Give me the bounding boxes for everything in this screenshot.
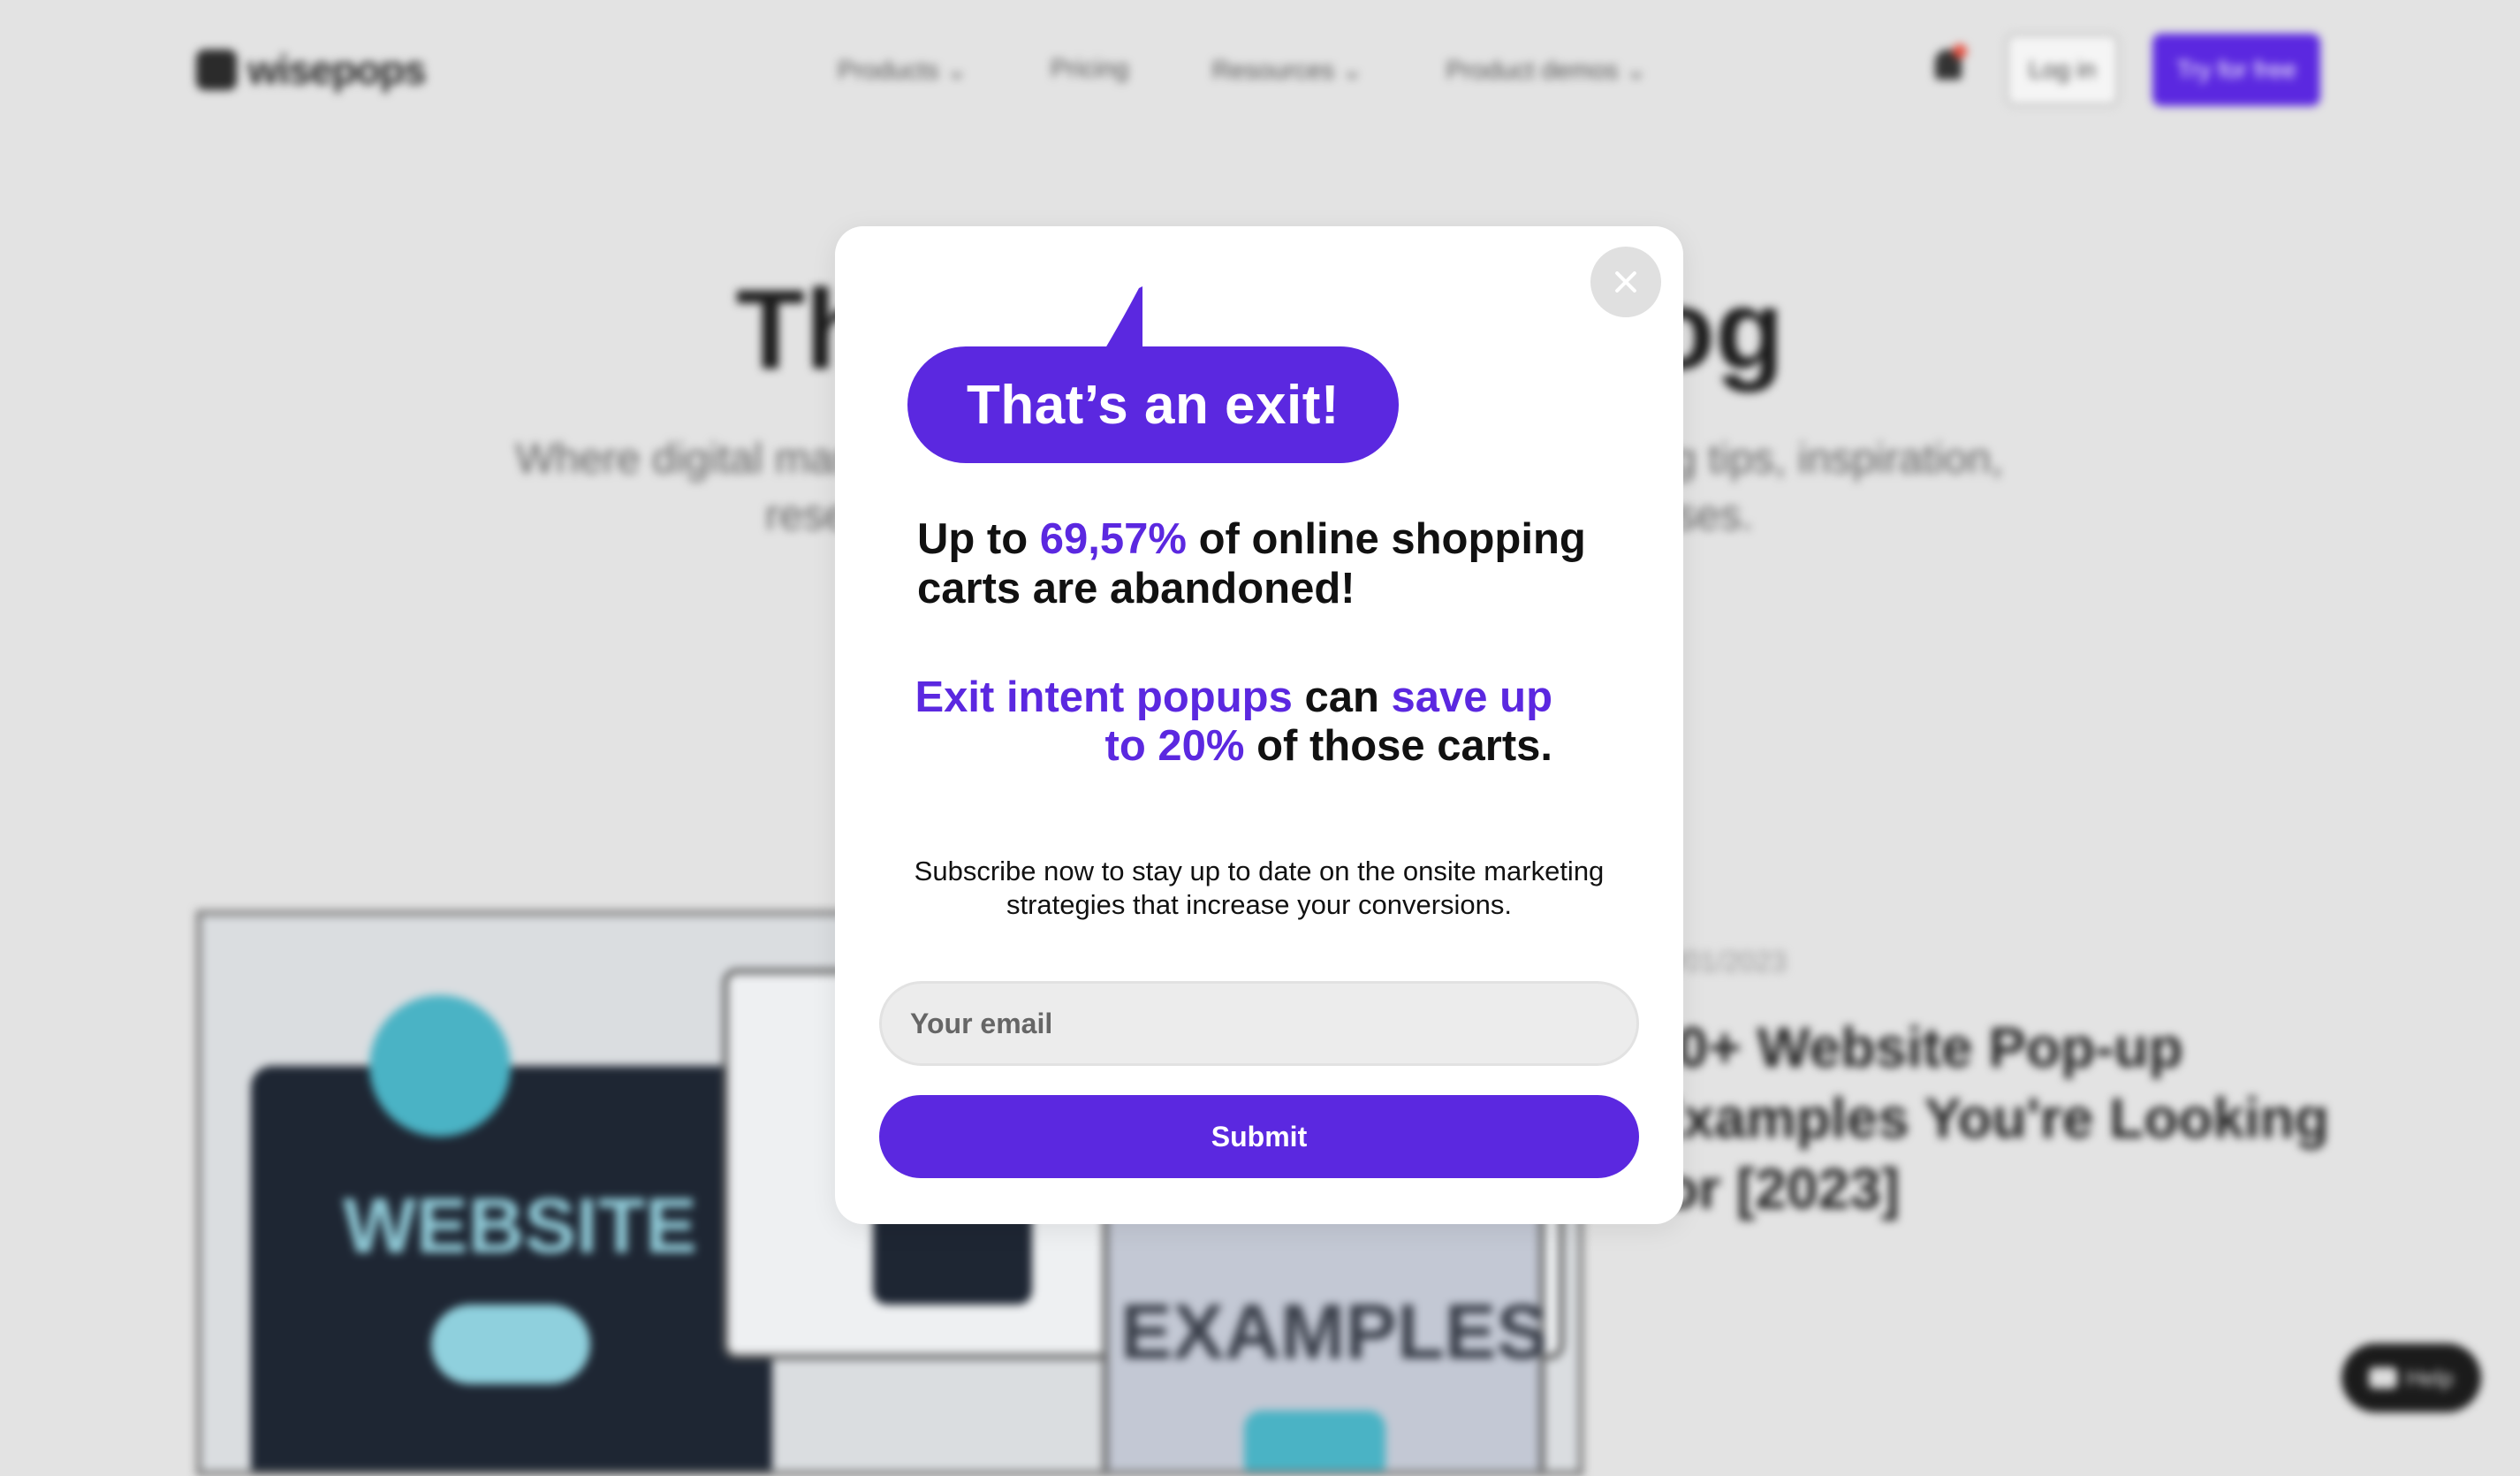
thumbnail-text-website: WEBSITE bbox=[343, 1182, 697, 1269]
help-label: Help bbox=[2406, 1364, 2454, 1391]
save-statement: Exit intent popups can save up to 20% of… bbox=[888, 673, 1552, 771]
save-middle: can bbox=[1292, 673, 1392, 721]
save-suffix: of those carts. bbox=[1244, 722, 1552, 770]
login-button[interactable]: Log in bbox=[2006, 34, 2119, 106]
thumbnail-text-examples: EXAMPLES bbox=[1120, 1288, 1549, 1375]
nav-products[interactable]: Products ⌄ bbox=[838, 55, 968, 86]
speech-bubble: That’s an exit! bbox=[907, 346, 1399, 463]
logo-icon bbox=[196, 49, 237, 90]
logo[interactable]: wisepops bbox=[196, 46, 427, 94]
email-field[interactable] bbox=[879, 981, 1639, 1066]
nav-pricing[interactable]: Pricing bbox=[1051, 55, 1129, 86]
post-title[interactable]: 80+ Website Pop-up Examples You're Looki… bbox=[1645, 1012, 2352, 1224]
save-highlight-1: Exit intent popups bbox=[915, 673, 1293, 721]
stat-prefix: Up to bbox=[917, 515, 1040, 563]
notification-dot bbox=[1953, 44, 1967, 58]
help-button[interactable]: Help bbox=[2342, 1343, 2481, 1412]
abandon-stat: Up to 69,57% of online shopping carts ar… bbox=[917, 514, 1589, 613]
nav-product-demos[interactable]: Product demos ⌄ bbox=[1446, 55, 1646, 86]
thumbnail-gear-icon bbox=[369, 995, 511, 1137]
main-nav: Products ⌄ Pricing Resources ⌄ Product d… bbox=[838, 55, 1647, 86]
submit-button[interactable]: Submit bbox=[879, 1095, 1639, 1178]
try-for-free-button[interactable]: Try for free bbox=[2152, 34, 2320, 106]
stat-highlight: 69,57% bbox=[1039, 515, 1187, 563]
nav-resources[interactable]: Resources ⌄ bbox=[1211, 55, 1362, 86]
bubble-text: That’s an exit! bbox=[966, 374, 1340, 436]
close-icon[interactable] bbox=[1590, 247, 1661, 317]
exit-intent-popup: That’s an exit! Up to 69,57% of online s… bbox=[835, 226, 1683, 1224]
logo-text: wisepops bbox=[247, 47, 427, 93]
chat-icon bbox=[2369, 1367, 2398, 1389]
thumbnail-teal-button bbox=[1244, 1411, 1385, 1471]
thumbnail-dark-panel bbox=[251, 1066, 772, 1471]
thumbnail-pill bbox=[431, 1305, 590, 1384]
subscribe-text: Subscribe now to stay up to date on the … bbox=[914, 856, 1605, 920]
